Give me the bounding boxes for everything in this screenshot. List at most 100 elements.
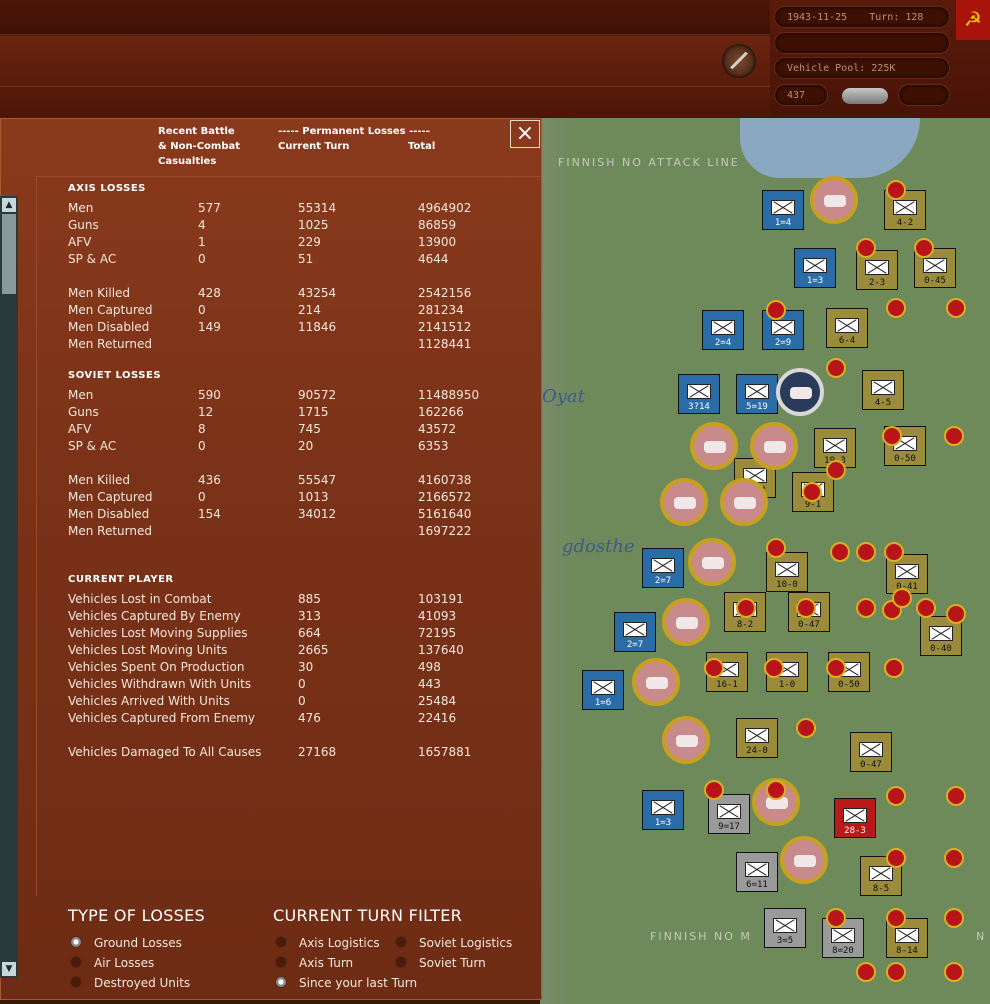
loss-row: Men Disabled 149 11846 2141512	[68, 319, 508, 336]
tank-unit-icon[interactable]	[776, 368, 824, 416]
axis-losses-title: AXIS LOSSES	[68, 183, 146, 194]
radio-axis-logistics[interactable]: Axis Logistics	[275, 936, 380, 950]
loss-value: 443	[418, 677, 441, 691]
date-text: 1943-11-25	[787, 12, 848, 23]
tank-unit-icon[interactable]	[662, 598, 710, 646]
zero-marker-icon	[946, 604, 966, 624]
radio-axis-turn[interactable]: Axis Turn	[275, 956, 353, 970]
unit-counter[interactable]: 0-47	[850, 732, 892, 772]
infantry-icon	[651, 800, 675, 815]
radio-air-losses[interactable]: Air Losses	[70, 956, 154, 970]
infantry-icon	[745, 384, 769, 399]
unit-strength: 0-40	[930, 644, 952, 654]
unit-strength: 6=11	[746, 880, 768, 890]
date-turn-display: 1943-11-25 Turn: 128	[774, 6, 950, 28]
hex-map[interactable]: FINNISH NO ATTACK LINE FINNISH NO M N Oy…	[540, 118, 990, 1004]
toggle-switch[interactable]	[842, 88, 888, 104]
radio-soviet-logistics[interactable]: Soviet Logistics	[395, 936, 512, 950]
unit-strength: 4-5	[874, 398, 892, 408]
loss-label: Guns	[68, 405, 99, 419]
unit-counter[interactable]: 6=11	[736, 852, 778, 892]
zero-marker-icon	[766, 300, 786, 320]
river-label-oyat: Oyat	[542, 386, 585, 407]
zero-marker-icon	[766, 780, 786, 800]
tank-unit-icon[interactable]	[660, 478, 708, 526]
loss-value: 0	[298, 694, 306, 708]
infantry-icon	[773, 918, 797, 933]
radio-soviet-turn[interactable]: Soviet Turn	[395, 956, 486, 970]
loss-value: 55314	[298, 201, 337, 215]
tank-unit-icon[interactable]	[662, 716, 710, 764]
zero-marker-icon	[856, 598, 876, 618]
unit-strength: 8-2	[736, 620, 754, 630]
loss-row: SP & AC 0 20 6353	[68, 438, 508, 455]
unit-strength: 16-1	[716, 680, 738, 690]
scrollbar[interactable]: ▲ ▼	[0, 196, 18, 978]
loss-value: 229	[298, 235, 321, 249]
tank-unit-icon[interactable]	[810, 176, 858, 224]
unit-counter[interactable]: 9=17	[708, 794, 750, 834]
zero-marker-icon	[914, 238, 934, 258]
tank-unit-icon[interactable]	[720, 478, 768, 526]
scroll-down-icon[interactable]: ▼	[2, 962, 16, 976]
unit-counter[interactable]: 3=5	[764, 908, 806, 948]
close-icon[interactable]: ×	[510, 120, 540, 148]
unit-counter[interactable]: 5=19	[736, 374, 778, 414]
zero-marker-icon	[856, 962, 876, 982]
loss-value: 0	[198, 252, 206, 266]
radio-since-last-turn[interactable]: Since your last Turn	[275, 976, 417, 990]
panel-vertical-divider	[36, 176, 37, 896]
recent-casualties-header: Recent Battle & Non-Combat Casualties	[158, 124, 240, 169]
loss-row: AFV 8 745 43572	[68, 421, 508, 438]
current-player-title: CURRENT PLAYER	[68, 574, 174, 585]
infantry-icon	[771, 200, 795, 215]
tank-unit-icon[interactable]	[780, 836, 828, 884]
infantry-icon	[869, 866, 893, 881]
scrollbar-thumb[interactable]	[2, 214, 16, 294]
unit-counter[interactable]: 3?14	[678, 374, 720, 414]
zero-marker-icon	[884, 658, 904, 678]
zero-marker-icon	[944, 848, 964, 868]
radio-destroyed-units[interactable]: Destroyed Units	[70, 976, 190, 990]
zero-marker-icon	[946, 298, 966, 318]
zero-marker-icon	[802, 482, 822, 502]
loss-value: 313	[298, 609, 321, 623]
tank-unit-icon[interactable]	[632, 658, 680, 706]
loss-value: 55547	[298, 473, 337, 487]
zero-marker-icon	[736, 598, 756, 618]
unit-counter[interactable]: 1=6	[582, 670, 624, 710]
loss-label: SP & AC	[68, 252, 117, 266]
unit-counter[interactable]: 1=3	[642, 790, 684, 830]
loss-value: 1697222	[418, 524, 472, 538]
tank-unit-icon[interactable]	[750, 422, 798, 470]
unit-strength: 0-45	[924, 276, 946, 286]
loss-label: Men Disabled	[68, 320, 150, 334]
zero-marker-icon	[796, 598, 816, 618]
loss-row: AFV 1 229 13900	[68, 234, 508, 251]
tank-unit-icon[interactable]	[688, 538, 736, 586]
loss-row: Vehicles Lost in Combat 885 103191	[68, 591, 508, 608]
scroll-up-icon[interactable]: ▲	[2, 198, 16, 212]
loss-row: Vehicles Captured From Enemy 476 22416	[68, 710, 508, 727]
soviet-logistics-label: Soviet Logistics	[419, 936, 513, 950]
infantry-icon	[711, 320, 735, 335]
unit-counter[interactable]: 2=4	[702, 310, 744, 350]
unit-counter[interactable]: 1=3	[794, 248, 836, 288]
unit-counter[interactable]: 2=7	[614, 612, 656, 652]
loss-value: 22416	[418, 711, 457, 725]
loss-value: 2166572	[418, 490, 472, 504]
unit-counter[interactable]: 6-4	[826, 308, 868, 348]
top-toolbar: 1943-11-25 Turn: 128 Vehicle Pool: 225K …	[0, 0, 990, 118]
tank-unit-icon[interactable]	[690, 422, 738, 470]
unit-counter[interactable]: 24-0	[736, 718, 778, 758]
pencil-icon[interactable]	[722, 44, 756, 78]
soviet-flag-icon: ☭	[956, 0, 990, 40]
radio-ground-losses[interactable]: Ground Losses	[70, 936, 182, 950]
unit-counter[interactable]: 4-5	[862, 370, 904, 410]
unit-counter[interactable]: 1=4	[762, 190, 804, 230]
unit-counter[interactable]: 28-3	[834, 798, 876, 838]
zero-marker-icon	[796, 718, 816, 738]
unit-counter[interactable]: 2=7	[642, 548, 684, 588]
unit-counter[interactable]: 10-0	[766, 552, 808, 592]
loss-value: 12	[198, 405, 214, 419]
